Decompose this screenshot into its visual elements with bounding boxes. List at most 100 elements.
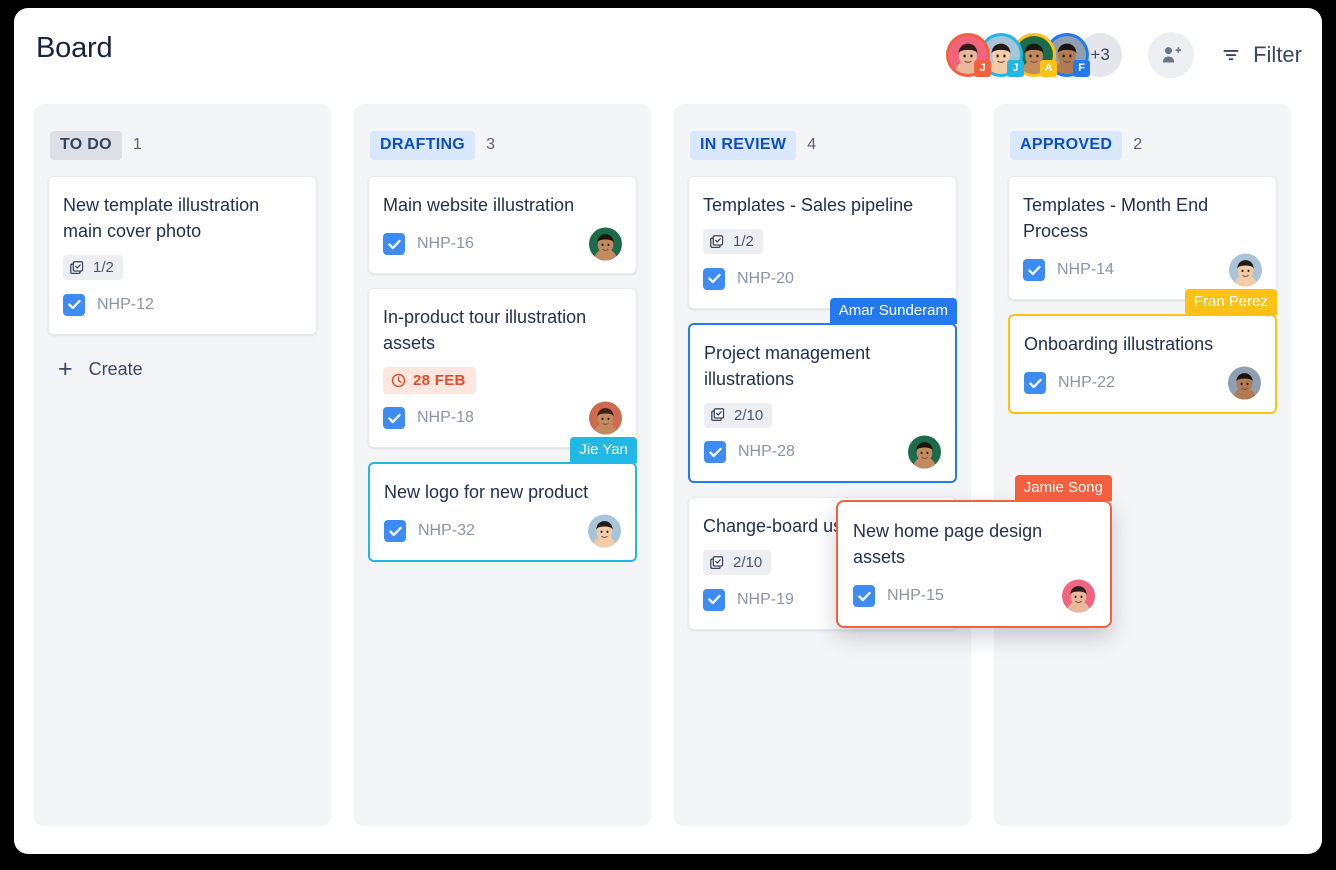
card-assignee-avatar[interactable] bbox=[1229, 253, 1262, 287]
board-column: IN REVIEW 4 Templates - Sales pipeline 1/2 N… bbox=[674, 104, 971, 826]
add-person-button[interactable] bbox=[1148, 32, 1195, 78]
filter-icon bbox=[1223, 50, 1239, 61]
card-title: New home page design assets bbox=[853, 521, 1043, 568]
card-footer: NHP-15 bbox=[853, 579, 1095, 613]
column-header: TO DO 1 bbox=[50, 130, 317, 160]
board-card[interactable]: Amar Sunderam Project management illustra… bbox=[688, 297, 957, 484]
card-title: New template illustration main cover pho… bbox=[63, 195, 260, 242]
column-header: DRAFTING 3 bbox=[370, 130, 637, 160]
avatar-initial: F bbox=[1073, 60, 1091, 77]
page-title: Board bbox=[36, 32, 113, 64]
due-date-text: 28 FEB bbox=[413, 372, 466, 390]
card-assignee-avatar[interactable] bbox=[589, 227, 622, 261]
due-date-badge: 28 FEB bbox=[383, 367, 476, 395]
board-card[interactable]: Main website illustration NHP-16 bbox=[368, 176, 637, 275]
board-column: APPROVED 2 Templates - Month End Process NH… bbox=[994, 104, 1291, 826]
card-footer: NHP-22 bbox=[1024, 366, 1261, 400]
subtask-icon bbox=[710, 556, 724, 569]
card-assignee-avatar[interactable] bbox=[1228, 366, 1261, 400]
issue-type-check-icon bbox=[853, 585, 875, 608]
subtask-icon bbox=[710, 234, 724, 248]
column-status-pill[interactable]: APPROVED bbox=[1010, 130, 1123, 160]
issue-type-check-icon bbox=[384, 520, 406, 543]
issue-key: NHP-19 bbox=[737, 590, 794, 608]
avatar[interactable]: J bbox=[946, 33, 992, 77]
board-card[interactable]: Templates - Month End Process NHP-14 bbox=[1008, 176, 1277, 301]
issue-type-check-icon bbox=[704, 441, 726, 464]
cursor-presence-label: Jie Yan bbox=[570, 437, 637, 464]
subtask-count: 1/2 bbox=[93, 259, 114, 277]
clock-icon bbox=[391, 374, 406, 388]
card-title: Templates - Sales pipeline bbox=[703, 195, 914, 215]
issue-key: NHP-12 bbox=[97, 295, 154, 313]
avatar-stack[interactable]: J J A F +3 bbox=[946, 33, 1123, 77]
column-card-count: 1 bbox=[132, 136, 142, 153]
card-assignee-avatar[interactable] bbox=[588, 514, 621, 548]
column-status-pill[interactable]: DRAFTING bbox=[370, 130, 476, 160]
board-header: Board J J A F +3 Filter bbox=[14, 8, 1322, 104]
column-header: IN REVIEW 4 bbox=[690, 130, 957, 160]
issue-type-check-icon bbox=[383, 407, 405, 430]
issue-type-check-icon bbox=[703, 588, 725, 611]
column-card-count: 3 bbox=[486, 136, 495, 153]
issue-type-check-icon bbox=[383, 233, 405, 256]
card-assignee-avatar[interactable] bbox=[908, 435, 941, 469]
due-date-row: 28 FEB bbox=[383, 367, 622, 395]
card-title: Onboarding illustrations bbox=[1024, 334, 1214, 355]
card-assignee-avatar[interactable] bbox=[589, 401, 622, 435]
board-card[interactable]: In-product tour illustration assets 28 FE… bbox=[368, 288, 637, 449]
board-card[interactable]: Templates - Sales pipeline 1/2 NHP-20 bbox=[688, 176, 957, 309]
card-footer: NHP-28 bbox=[704, 435, 941, 469]
issue-type-check-icon bbox=[1023, 259, 1045, 282]
header-actions: J J A F +3 Filter bbox=[946, 32, 1302, 78]
subtask-icon bbox=[70, 260, 84, 274]
board-card[interactable]: Fran Perez Onboarding illustrations NHP-22 bbox=[1008, 289, 1277, 415]
board-column: TO DO 1 New template illustration main cov… bbox=[34, 104, 331, 826]
subtask-badge: 1/2 bbox=[63, 255, 123, 281]
card-footer: NHP-16 bbox=[383, 227, 622, 261]
dragged-card[interactable]: Jamie Song New home page design assets NHP… bbox=[836, 475, 1112, 629]
subtask-badge: 1/2 bbox=[703, 229, 763, 255]
issue-key: NHP-20 bbox=[737, 269, 794, 287]
card-title: Templates - Month End Process bbox=[1023, 195, 1209, 242]
cursor-presence-label: Amar Sunderam bbox=[829, 297, 957, 324]
subtask-count: 2/10 bbox=[734, 406, 764, 424]
column-card-count: 4 bbox=[807, 136, 817, 153]
board-column: DRAFTING 3 Main website illustration NHP-16… bbox=[354, 104, 651, 826]
board-card[interactable]: Jie Yan New logo for new product NHP-32 bbox=[368, 437, 637, 563]
issue-key: NHP-28 bbox=[738, 443, 795, 461]
avatar-initial: J bbox=[1007, 60, 1025, 77]
card-title: Project management illustrations bbox=[704, 342, 871, 389]
column-status-pill[interactable]: TO DO bbox=[50, 130, 122, 160]
subtask-row: 1/2 bbox=[703, 229, 942, 255]
subtask-count: 1/2 bbox=[733, 233, 754, 251]
column-card-count: 2 bbox=[1133, 136, 1143, 153]
plus-icon: + bbox=[58, 355, 73, 384]
filter-label: Filter bbox=[1253, 42, 1302, 67]
board-app-window: Board J J A F +3 Filter TO DO 1 New temp… bbox=[14, 8, 1322, 854]
issue-type-check-icon bbox=[63, 293, 85, 316]
board-card[interactable]: New template illustration main cover pho… bbox=[48, 176, 317, 335]
filter-button[interactable]: Filter bbox=[1220, 42, 1302, 68]
subtask-count: 2/10 bbox=[733, 554, 763, 572]
create-label: Create bbox=[88, 358, 143, 379]
subtask-row: 2/10 bbox=[704, 402, 941, 429]
issue-type-check-icon bbox=[1024, 372, 1046, 395]
card-title: Main website illustration bbox=[383, 195, 575, 215]
column-header: APPROVED 2 bbox=[1010, 130, 1277, 160]
card-footer: NHP-18 bbox=[383, 401, 622, 435]
issue-key: NHP-32 bbox=[418, 522, 475, 540]
card-footer: NHP-20 bbox=[703, 264, 942, 294]
subtask-row: 1/2 bbox=[63, 255, 302, 281]
column-status-pill[interactable]: IN REVIEW bbox=[690, 130, 797, 160]
card-assignee-avatar[interactable] bbox=[1062, 579, 1095, 613]
card-footer: NHP-14 bbox=[1023, 253, 1262, 287]
board-columns: TO DO 1 New template illustration main cov… bbox=[34, 104, 1322, 826]
card-footer: NHP-32 bbox=[384, 514, 621, 548]
person-add-icon bbox=[1163, 47, 1182, 63]
avatar-initial: A bbox=[1040, 60, 1058, 77]
create-card-button[interactable]: + Create bbox=[48, 349, 317, 390]
cursor-presence-label: Jamie Song bbox=[1014, 475, 1112, 501]
issue-key: NHP-22 bbox=[1058, 374, 1115, 392]
issue-key: NHP-18 bbox=[417, 409, 474, 427]
